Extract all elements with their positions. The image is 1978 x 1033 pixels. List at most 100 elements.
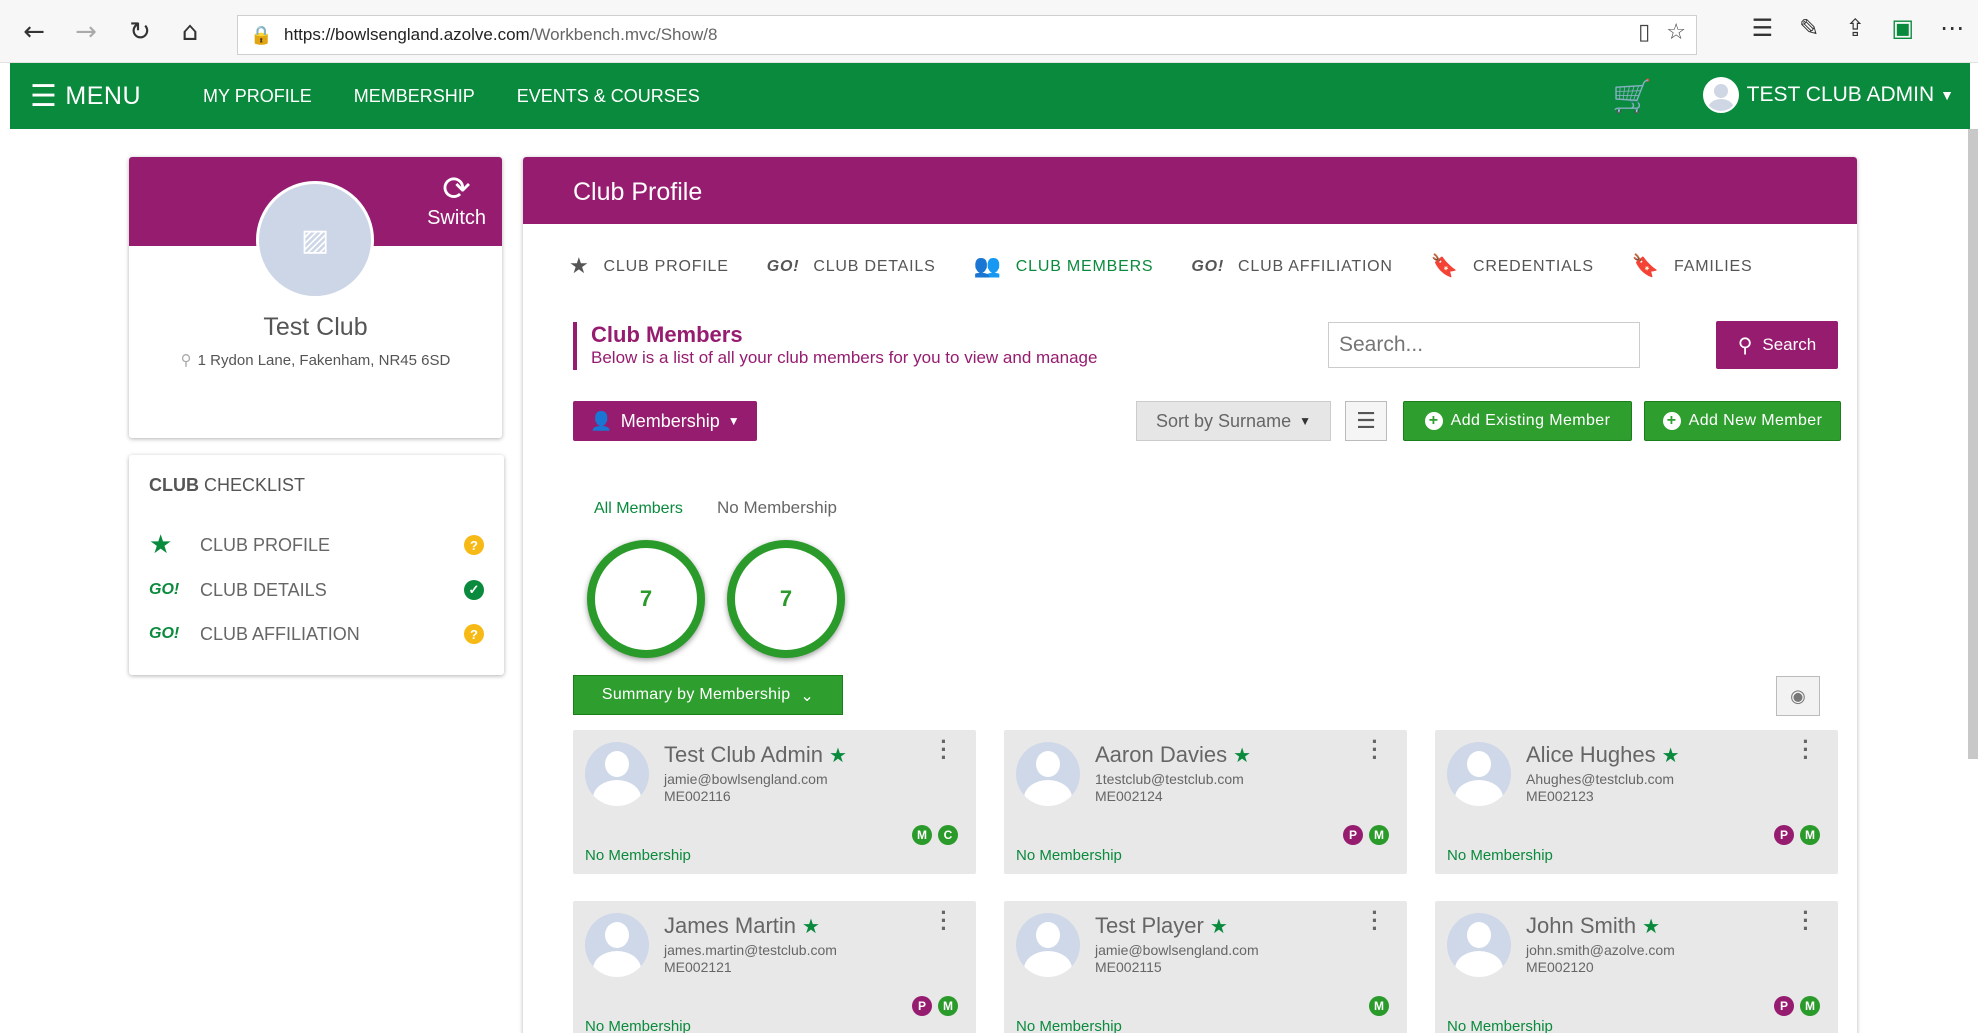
- member-card[interactable]: Test Club Admin ★ jamie@bowlsengland.com …: [573, 730, 976, 874]
- page-scrollbar[interactable]: [1968, 129, 1978, 759]
- filter-all-members[interactable]: All Members: [594, 500, 683, 518]
- tab-club-details[interactable]: GO! CLUB DETAILS: [767, 258, 936, 276]
- tab-club-profile[interactable]: ★ CLUB PROFILE: [569, 254, 729, 279]
- menu-button[interactable]: ☰ MENU: [30, 79, 141, 114]
- reading-view-icon[interactable]: ▯: [1638, 20, 1650, 45]
- cart-icon[interactable]: 🛒: [1612, 77, 1652, 115]
- star-icon: ★: [802, 914, 820, 938]
- star-icon: ★: [1642, 914, 1660, 938]
- extension-icon[interactable]: ▣: [1891, 14, 1914, 42]
- browser-toolbar: ← → ↻ ⌂ 🔒 https://bowlsengland.azolve.co…: [0, 0, 1978, 63]
- search-button[interactable]: ⚲ Search: [1716, 321, 1838, 369]
- nav-events-courses[interactable]: EVENTS & COURSES: [517, 86, 700, 107]
- more-icon[interactable]: ⋯: [1940, 14, 1964, 42]
- favorite-star-icon[interactable]: ☆: [1666, 20, 1686, 45]
- avatar: [585, 742, 649, 806]
- user-menu[interactable]: TEST CLUB ADMIN ▼: [1702, 77, 1954, 113]
- avatar: [1447, 742, 1511, 806]
- favorites-list-icon[interactable]: ☰: [1752, 14, 1774, 42]
- avatar: [1016, 742, 1080, 806]
- tab-credentials[interactable]: 🔖 CREDENTIALS: [1431, 254, 1594, 279]
- star-icon: ★: [1661, 743, 1680, 767]
- more-vertical-icon[interactable]: · · ·: [1371, 731, 1379, 769]
- star-icon: ★: [149, 530, 173, 560]
- member-card[interactable]: James Martin ★ james.martin@testclub.com …: [573, 901, 976, 1033]
- membership-status: No Membership: [585, 1018, 691, 1033]
- nav-membership[interactable]: MEMBERSHIP: [354, 86, 475, 107]
- more-vertical-icon[interactable]: · · ·: [1371, 902, 1379, 940]
- count-ring-all-members[interactable]: 7: [587, 540, 705, 658]
- search-input[interactable]: [1328, 322, 1640, 368]
- share-icon[interactable]: ⇪: [1845, 14, 1865, 42]
- user-avatar: [1702, 77, 1739, 113]
- tab-club-affiliation[interactable]: GO! CLUB AFFILIATION: [1191, 258, 1392, 276]
- section-subtitle: Below is a list of all your club members…: [591, 348, 1098, 367]
- count-ring-no-membership[interactable]: 7: [727, 540, 845, 658]
- badge: M: [912, 825, 932, 845]
- add-new-member-button[interactable]: + Add New Member: [1644, 401, 1841, 441]
- more-vertical-icon[interactable]: · · ·: [940, 731, 948, 769]
- club-logo: ▨: [256, 181, 374, 299]
- switch-button[interactable]: ⟳ Switch: [427, 171, 486, 230]
- more-vertical-icon[interactable]: · · ·: [1802, 731, 1810, 769]
- club-card: ⟳ Switch ▨ Test Club ⚲ 1 Rydon Lane, Fake…: [129, 157, 502, 438]
- star-icon: ★: [569, 254, 590, 279]
- hamburger-icon: ☰: [30, 78, 58, 114]
- page: ← → ↻ ⌂ 🔒 https://bowlsengland.azolve.co…: [0, 0, 1978, 1033]
- go-icon: GO!: [1191, 257, 1225, 275]
- club-address: ⚲ 1 Rydon Lane, Fakenham, NR45 6SD: [180, 351, 451, 369]
- star-icon: ★: [828, 743, 847, 767]
- checklist-item-club-affiliation[interactable]: GO! CLUB AFFILIATION ?: [149, 619, 484, 649]
- checklist-item-club-details[interactable]: GO! CLUB DETAILS ✓: [149, 575, 484, 605]
- badge: C: [938, 825, 958, 845]
- home-icon[interactable]: ⌂: [172, 14, 208, 50]
- plus-circle-icon: +: [1424, 412, 1443, 430]
- star-icon: ★: [1209, 914, 1228, 938]
- tab-families[interactable]: 🔖 FAMILIES: [1632, 254, 1753, 279]
- list-icon: ☰: [1356, 408, 1376, 434]
- list-view-button[interactable]: ☰: [1345, 401, 1387, 441]
- club-checklist: CLUB CHECKLIST ★ CLUB PROFILE ? GO! CLUB…: [129, 455, 504, 675]
- more-vertical-icon[interactable]: · · ·: [940, 902, 948, 940]
- tab-club-members[interactable]: 👥 CLUB MEMBERS: [974, 254, 1154, 279]
- go-icon: GO!: [149, 581, 180, 598]
- search-icon: ⚲: [1737, 333, 1753, 357]
- status-check-icon: ✓: [464, 580, 484, 600]
- address-bar[interactable]: 🔒 https://bowlsengland.azolve.com/Workbe…: [237, 15, 1697, 55]
- forward-icon[interactable]: →: [68, 14, 104, 50]
- member-card[interactable]: Test Player ★ jamie@bowlsengland.com ME00…: [1004, 901, 1407, 1033]
- badge: M: [1369, 825, 1389, 845]
- nav-my-profile[interactable]: MY PROFILE: [203, 86, 312, 107]
- refresh-icon[interactable]: ↻: [122, 14, 158, 50]
- eye-icon[interactable]: ◉: [1776, 676, 1820, 716]
- filter-no-membership[interactable]: No Membership: [717, 498, 837, 518]
- image-icon: ▨: [300, 222, 330, 258]
- add-existing-member-button[interactable]: + Add Existing Member: [1403, 401, 1632, 441]
- go-icon: GO!: [766, 257, 800, 275]
- membership-status: No Membership: [1016, 847, 1122, 864]
- status-help-icon: ?: [464, 624, 484, 644]
- bookmark-icon: 🔖: [1430, 254, 1459, 279]
- membership-dropdown[interactable]: 👤 Membership ▼: [573, 401, 757, 441]
- checklist-item-club-profile[interactable]: ★ CLUB PROFILE ?: [149, 530, 484, 560]
- more-vertical-icon[interactable]: · · ·: [1802, 902, 1810, 940]
- section-header: Club Members Below is a list of all your…: [573, 322, 1097, 370]
- bookmark-icon: 🔖: [1631, 254, 1661, 279]
- badge: M: [1369, 996, 1389, 1016]
- go-icon: GO!: [149, 625, 180, 642]
- summary-by-membership-button[interactable]: Summary by Membership ⌄: [573, 675, 843, 715]
- profile-tabs: ★ CLUB PROFILE GO! CLUB DETAILS 👥 CLUB M…: [569, 254, 1790, 279]
- main-navbar: ☰ MENU MY PROFILE MEMBERSHIP EVENTS & CO…: [10, 63, 1970, 129]
- badge: P: [1774, 825, 1794, 845]
- plus-circle-icon: +: [1662, 412, 1681, 430]
- badge: P: [912, 996, 932, 1016]
- checklist-title: CLUB CHECKLIST: [149, 475, 306, 495]
- member-card[interactable]: Aaron Davies ★ 1testclub@testclub.com ME0…: [1004, 730, 1407, 874]
- back-icon[interactable]: ←: [16, 14, 52, 50]
- member-card[interactable]: John Smith ★ john.smith@azolve.com ME0021…: [1435, 901, 1838, 1033]
- avatar: [585, 913, 649, 977]
- member-card[interactable]: Alice Hughes ★ Ahughes@testclub.com ME002…: [1435, 730, 1838, 874]
- sort-dropdown[interactable]: Sort by Surname ▼: [1136, 401, 1331, 441]
- pen-icon[interactable]: ✎: [1799, 14, 1819, 42]
- lock-icon: 🔒: [250, 24, 273, 46]
